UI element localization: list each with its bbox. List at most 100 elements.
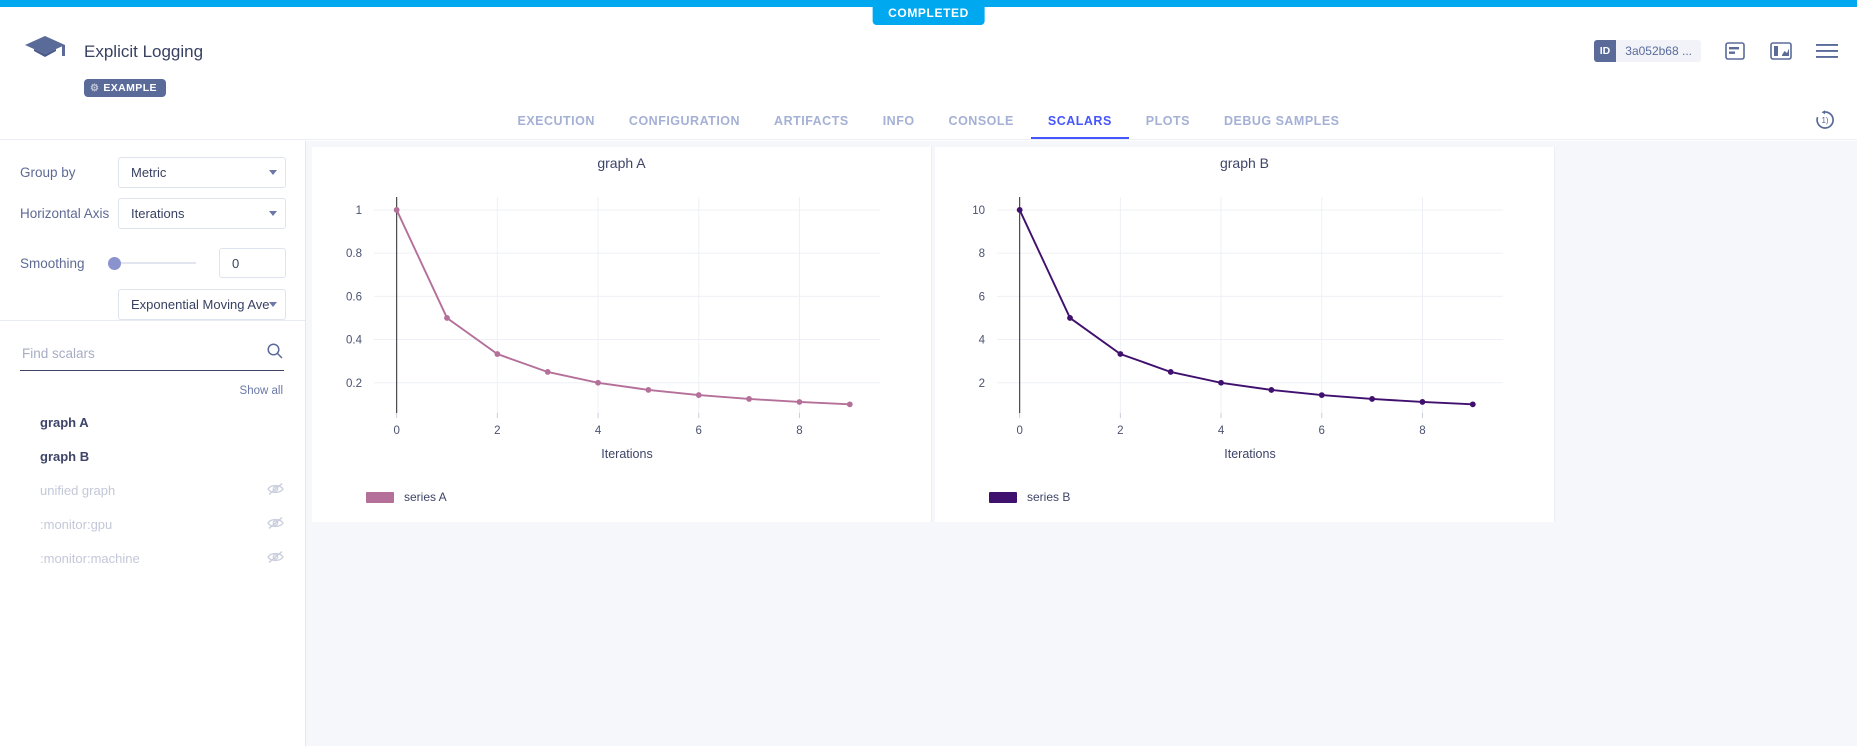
data-point[interactable] (797, 399, 803, 405)
example-tag: ⚙ EXAMPLE (84, 79, 166, 97)
data-point[interactable] (1319, 392, 1325, 398)
search-icon[interactable] (266, 342, 284, 365)
x-tick-label: 2 (494, 425, 500, 437)
y-tick-label: 0.6 (346, 291, 362, 303)
legend-swatch[interactable] (989, 492, 1017, 503)
tab-configuration[interactable]: CONFIGURATION (612, 114, 757, 139)
menu-icon[interactable] (1815, 40, 1839, 62)
tab-info[interactable]: INFO (866, 114, 932, 139)
chart-title: graph A (312, 155, 931, 171)
example-tag-label: EXAMPLE (103, 82, 157, 94)
x-tick-label: 4 (1218, 425, 1225, 437)
data-point[interactable] (394, 207, 400, 213)
x-tick-label: 6 (1319, 425, 1325, 437)
data-point[interactable] (1067, 315, 1073, 321)
smoothing-algorithm-select[interactable]: Exponential Moving Ave... (118, 289, 286, 320)
tab-artifacts[interactable]: ARTIFACTS (757, 114, 866, 139)
chart-title: graph B (935, 155, 1554, 171)
y-tick-label: 0.8 (346, 248, 362, 260)
task-id-chip[interactable]: ID 3a052b68 ... (1594, 40, 1701, 62)
horizontal-axis-select[interactable]: Iterations (118, 198, 286, 229)
scalar-list-item[interactable]: unified graph (0, 473, 306, 507)
scalar-item-label: :monitor:machine (40, 551, 267, 566)
x-tick-label: 0 (1016, 425, 1022, 437)
scalar-list: graph Agraph B unified graph :monitor:gpu:… (0, 405, 306, 575)
smoothing-slider[interactable] (108, 253, 196, 273)
series-line (397, 210, 850, 404)
slider-track (108, 262, 196, 264)
chevron-down-icon (269, 211, 277, 216)
tab-plots[interactable]: PLOTS (1129, 114, 1207, 139)
smoothing-label: Smoothing (20, 256, 85, 271)
y-tick-label: 2 (979, 378, 985, 390)
x-tick-label: 0 (393, 425, 399, 437)
x-tick-label: 2 (1117, 425, 1123, 437)
scalar-list-item[interactable]: graph B (0, 439, 306, 473)
show-all-link[interactable]: Show all (240, 385, 283, 397)
data-point[interactable] (746, 396, 752, 402)
slider-thumb[interactable] (108, 257, 121, 270)
x-tick-label: 4 (595, 425, 602, 437)
tab-execution[interactable]: EXECUTION (500, 114, 611, 139)
chart-card[interactable]: graph A0.20.40.60.8102468Iterationsserie… (312, 147, 932, 522)
data-point[interactable] (1117, 351, 1123, 357)
tab-console[interactable]: CONSOLE (932, 114, 1031, 139)
id-value: 3a052b68 ... (1616, 40, 1701, 62)
refresh-icon[interactable]: 1) (1813, 108, 1837, 132)
data-point[interactable] (847, 401, 853, 407)
scalar-list-item[interactable]: graph A (0, 405, 306, 439)
data-point[interactable] (494, 351, 500, 357)
data-point[interactable] (595, 380, 601, 386)
chart-plot-area[interactable]: 0.20.40.60.8102468Iterations (312, 175, 932, 505)
data-point[interactable] (1268, 387, 1274, 393)
x-tick-label: 6 (696, 425, 702, 437)
eye-off-icon[interactable] (267, 482, 284, 499)
group-by-select[interactable]: Metric (118, 157, 286, 188)
smoothing-algorithm-value: Exponential Moving Ave... (131, 297, 269, 312)
id-label: ID (1594, 40, 1617, 62)
chart-card[interactable]: graph B24681002468Iterationsseries B (935, 147, 1555, 522)
series-line (1020, 210, 1473, 404)
chart-legend: series B (989, 490, 1070, 504)
data-point[interactable] (645, 387, 651, 393)
log-icon[interactable] (1723, 40, 1747, 62)
data-point[interactable] (1369, 396, 1375, 402)
eye-off-icon[interactable] (267, 516, 284, 533)
tab-scalars[interactable]: SCALARS (1031, 114, 1129, 139)
data-point[interactable] (1168, 369, 1174, 375)
scalar-list-item[interactable]: :monitor:machine (0, 541, 306, 575)
group-by-value: Metric (131, 165, 269, 180)
compare-icon[interactable] (1769, 40, 1793, 62)
scalar-item-label: unified graph (40, 483, 267, 498)
y-tick-label: 10 (972, 205, 985, 217)
chart-plot-area[interactable]: 24681002468Iterations (935, 175, 1555, 505)
data-point[interactable] (1420, 399, 1426, 405)
tab-debug-samples[interactable]: DEBUG SAMPLES (1207, 114, 1357, 139)
data-point[interactable] (545, 369, 551, 375)
data-point[interactable] (1218, 380, 1224, 386)
chart-row: graph A0.20.40.60.8102468Iterationsserie… (312, 147, 1851, 522)
scalar-list-item[interactable]: :monitor:gpu (0, 507, 306, 541)
y-tick-label: 6 (979, 291, 985, 303)
sidebar-controls: Group by Metric Horizontal Axis Iteratio… (0, 141, 305, 321)
find-scalars-search[interactable] (20, 337, 284, 371)
data-point[interactable] (1470, 401, 1476, 407)
smoothing-algorithm-row: Exponential Moving Ave... (118, 289, 286, 320)
data-point[interactable] (1017, 207, 1023, 213)
x-tick-label: 8 (796, 425, 802, 437)
horizontal-axis-row: Horizontal Axis Iterations (20, 198, 286, 229)
smoothing-value-input[interactable]: 0 (219, 248, 286, 278)
legend-swatch[interactable] (366, 492, 394, 503)
y-tick-label: 0.4 (346, 335, 363, 347)
y-tick-label: 8 (979, 248, 985, 260)
status-badge: COMPLETED (872, 0, 985, 25)
data-point[interactable] (444, 315, 450, 321)
search-input[interactable] (20, 345, 266, 362)
chevron-down-icon (269, 302, 277, 307)
x-tick-label: 8 (1419, 425, 1425, 437)
page-title: Explicit Logging (84, 42, 203, 62)
data-point[interactable] (696, 392, 702, 398)
group-by-label: Group by (20, 165, 76, 180)
eye-off-icon[interactable] (267, 550, 284, 567)
smoothing-value: 0 (232, 256, 239, 271)
